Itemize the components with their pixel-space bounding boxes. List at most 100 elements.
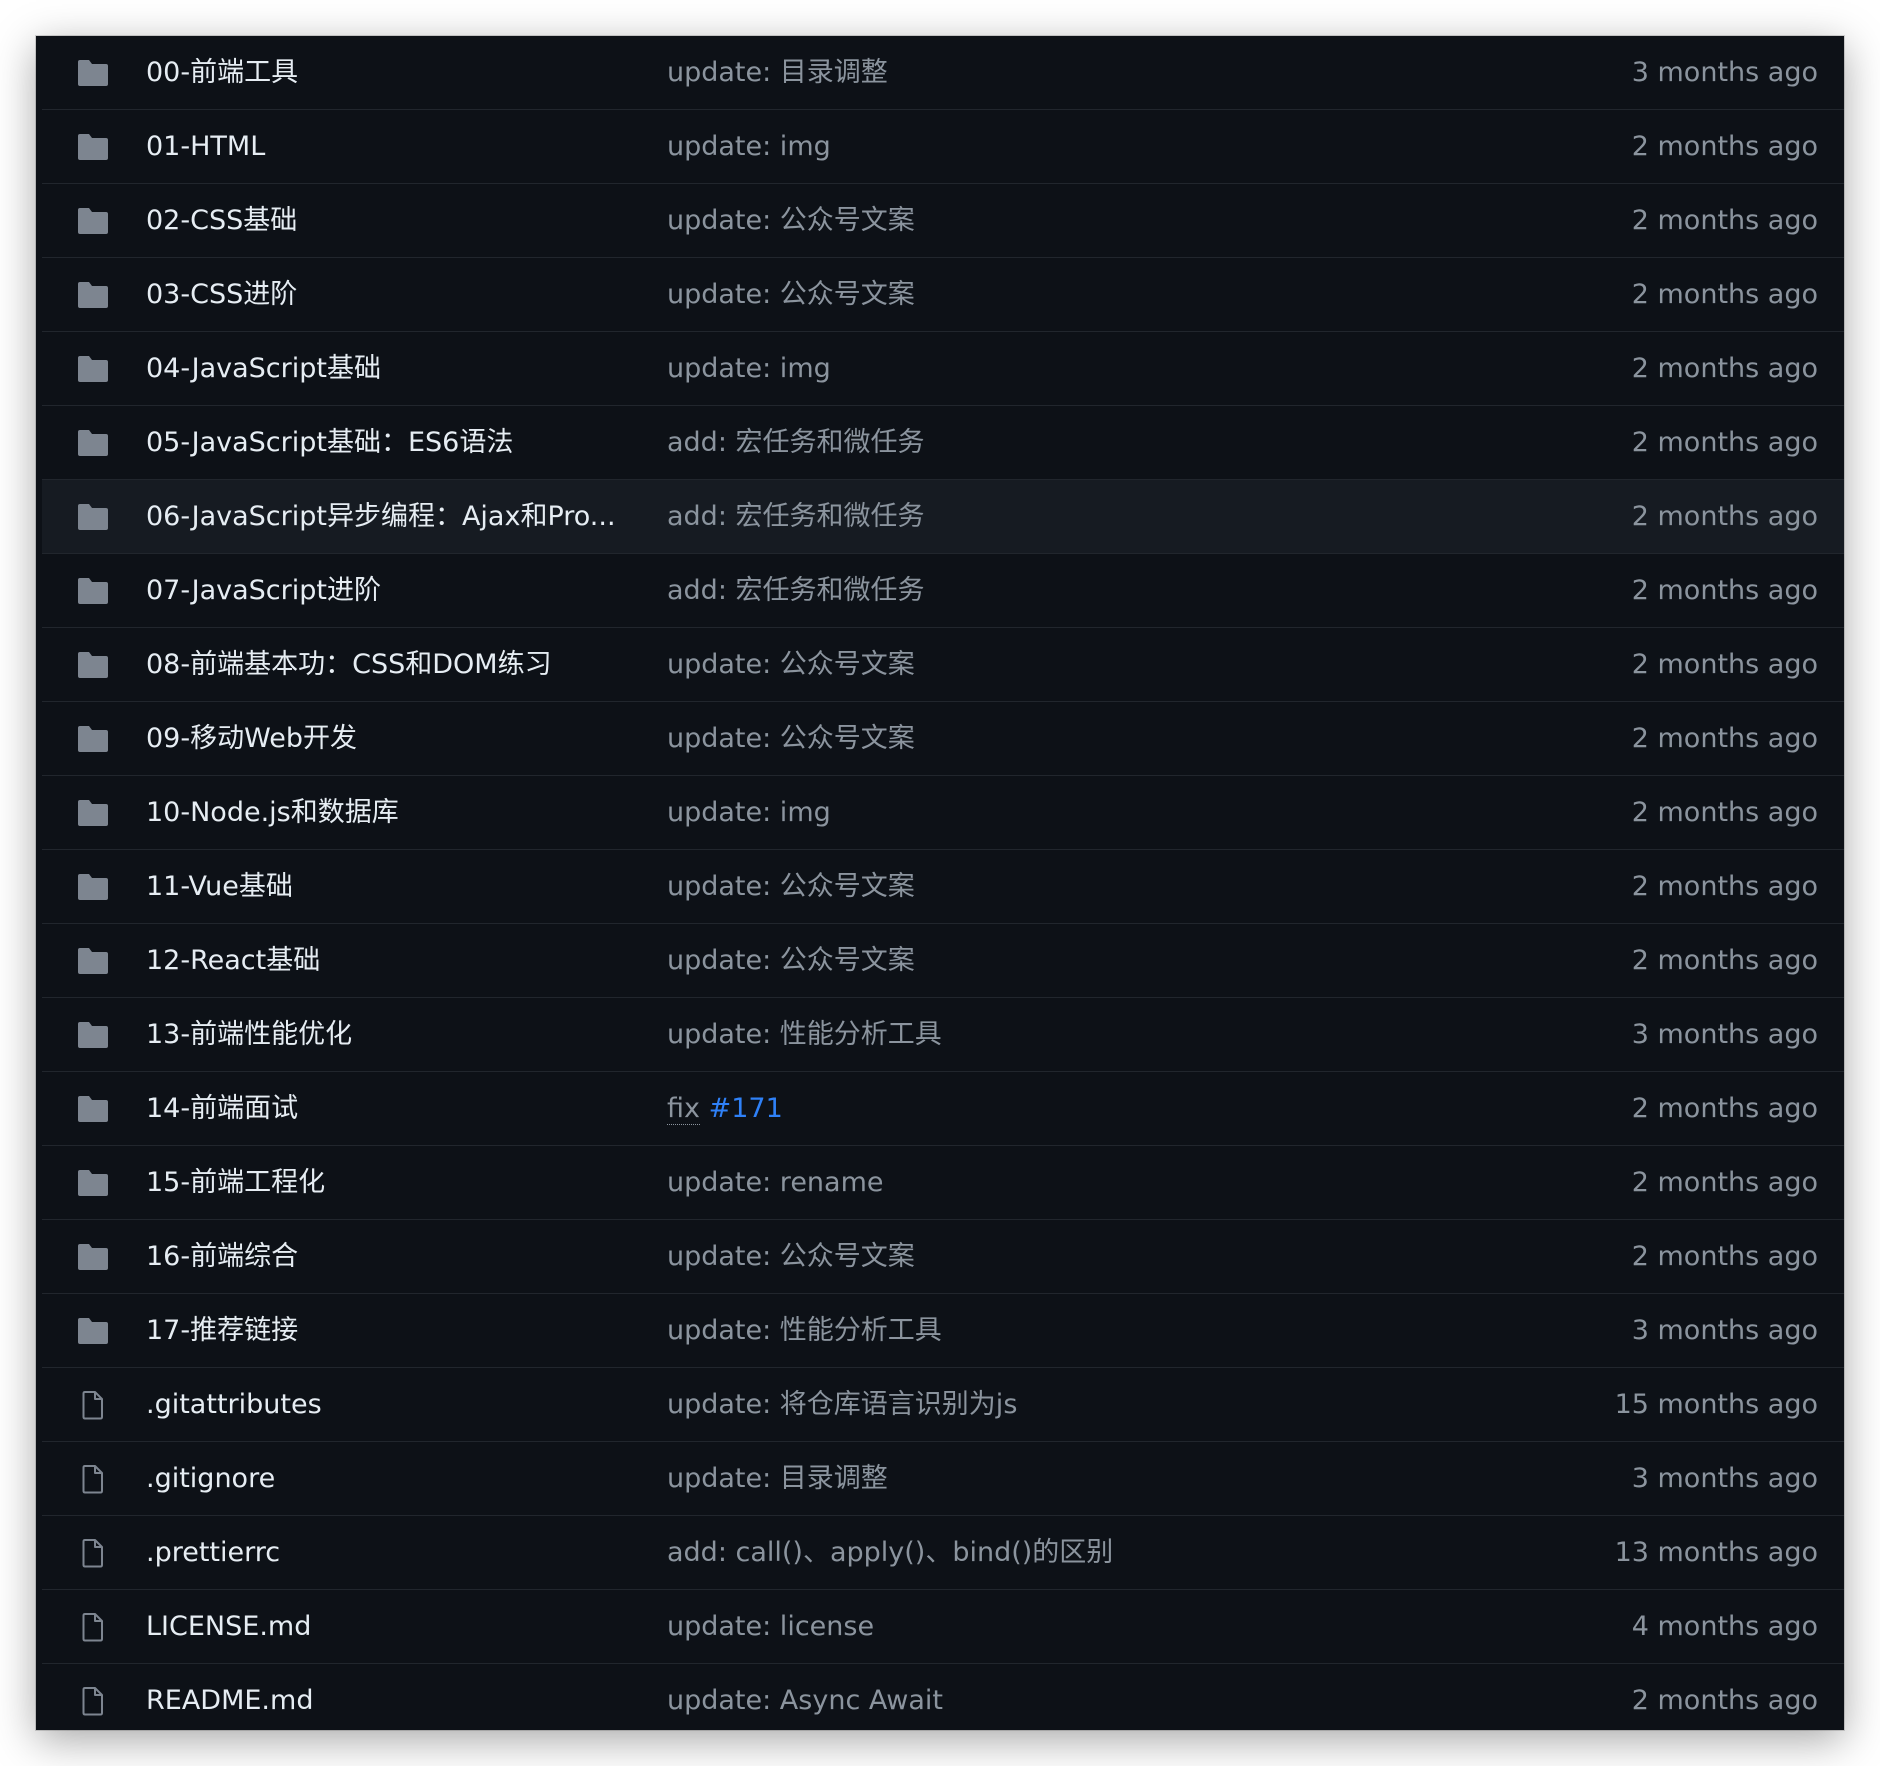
folder-row[interactable]: 01-HTML update: img 2 months ago xyxy=(42,110,1844,184)
file-name-link[interactable]: README.md xyxy=(146,1664,636,1730)
commit-age: 2 months ago xyxy=(1631,131,1818,162)
file-row[interactable]: README.md update: Async Await 2 months ago xyxy=(42,1664,1844,1730)
folder-name-link[interactable]: 08-前端基本功：CSS和DOM练习 xyxy=(146,628,636,702)
file-row[interactable]: .gitignore update: 目录调整 3 months ago xyxy=(42,1442,1844,1516)
folder-name-link[interactable]: 04-JavaScript基础 xyxy=(146,332,636,406)
folder-name-link[interactable]: 12-React基础 xyxy=(146,924,636,998)
folder-row[interactable]: 00-前端工具 update: 目录调整 3 months ago xyxy=(42,36,1844,110)
commit-message[interactable]: update: 目录调整 xyxy=(667,1442,1567,1516)
folder-icon xyxy=(76,1242,110,1272)
commit-age: 2 months ago xyxy=(1631,1167,1818,1198)
folder-row[interactable]: 15-前端工程化 update: rename 2 months ago xyxy=(42,1146,1844,1220)
folder-icon xyxy=(76,428,110,458)
folder-icon xyxy=(76,724,110,754)
folder-row[interactable]: 12-React基础 update: 公众号文案 2 months ago xyxy=(42,924,1844,998)
commit-message[interactable]: update: 公众号文案 xyxy=(667,258,1567,332)
commit-message[interactable]: update: 公众号文案 xyxy=(667,850,1567,924)
commit-age: 2 months ago xyxy=(1631,797,1818,828)
folder-name-link[interactable]: 10-Node.js和数据库 xyxy=(146,776,636,850)
commit-message[interactable]: add: 宏任务和微任务 xyxy=(667,480,1567,554)
commit-message[interactable]: update: 将仓库语言识别为js xyxy=(667,1368,1567,1442)
folder-name-link[interactable]: 16-前端综合 xyxy=(146,1220,636,1294)
folder-name-link[interactable]: 02-CSS基础 xyxy=(146,184,636,258)
commit-message[interactable]: update: 公众号文案 xyxy=(667,628,1567,702)
file-icon xyxy=(76,1390,110,1420)
folder-row[interactable]: 08-前端基本功：CSS和DOM练习 update: 公众号文案 2 months … xyxy=(42,628,1844,702)
file-name-link[interactable]: LICENSE.md xyxy=(146,1590,636,1664)
folder-row[interactable]: 14-前端面试 fix #171 2 months ago xyxy=(42,1072,1844,1146)
commit-message[interactable]: add: 宏任务和微任务 xyxy=(667,554,1567,628)
commit-message[interactable]: update: 公众号文案 xyxy=(667,702,1567,776)
file-icon xyxy=(76,1538,110,1568)
commit-age: 2 months ago xyxy=(1631,945,1818,976)
folder-name-link[interactable]: 11-Vue基础 xyxy=(146,850,636,924)
commit-age: 13 months ago xyxy=(1614,1537,1818,1568)
commit-age: 2 months ago xyxy=(1631,1685,1818,1716)
folder-row[interactable]: 06-JavaScript异步编程：Ajax和Pro... add: 宏任务和微任… xyxy=(42,480,1844,554)
folder-name-link[interactable]: 03-CSS进阶 xyxy=(146,258,636,332)
folder-icon xyxy=(76,354,110,384)
repository-file-list: 00-前端工具 update: 目录调整 3 months ago 01-HTML up… xyxy=(42,36,1844,1730)
commit-message[interactable]: update: rename xyxy=(667,1146,1567,1220)
commit-age: 2 months ago xyxy=(1631,649,1818,680)
folder-row[interactable]: 10-Node.js和数据库 update: img 2 months ago xyxy=(42,776,1844,850)
commit-message[interactable]: update: Async Await xyxy=(667,1664,1567,1730)
folder-row[interactable]: 17-推荐链接 update: 性能分析工具 3 months ago xyxy=(42,1294,1844,1368)
commit-message-text[interactable]: fix xyxy=(667,1093,700,1125)
commit-message[interactable]: update: 公众号文案 xyxy=(667,184,1567,258)
folder-name-link[interactable]: 00-前端工具 xyxy=(146,36,636,110)
file-name-link[interactable]: .gitignore xyxy=(146,1442,636,1516)
folder-icon xyxy=(76,1094,110,1124)
commit-message[interactable]: update: 目录调整 xyxy=(667,36,1567,110)
folder-row[interactable]: 11-Vue基础 update: 公众号文案 2 months ago xyxy=(42,850,1844,924)
folder-name-link[interactable]: 06-JavaScript异步编程：Ajax和Pro... xyxy=(146,480,636,554)
file-icon xyxy=(76,1464,110,1494)
folder-row[interactable]: 07-JavaScript进阶 add: 宏任务和微任务 2 months ago xyxy=(42,554,1844,628)
commit-age: 3 months ago xyxy=(1631,57,1818,88)
folder-row[interactable]: 04-JavaScript基础 update: img 2 months ago xyxy=(42,332,1844,406)
commit-message[interactable]: update: 公众号文案 xyxy=(667,924,1567,998)
folder-row[interactable]: 02-CSS基础 update: 公众号文案 2 months ago xyxy=(42,184,1844,258)
folder-icon xyxy=(76,576,110,606)
folder-name-link[interactable]: 15-前端工程化 xyxy=(146,1146,636,1220)
folder-name-link[interactable]: 14-前端面试 xyxy=(146,1072,636,1146)
file-row[interactable]: .prettierrc add: call()、apply()、bind()的区别… xyxy=(42,1516,1844,1590)
commit-age: 2 months ago xyxy=(1631,1241,1818,1272)
commit-message[interactable]: update: img xyxy=(667,332,1567,406)
commit-message[interactable]: update: img xyxy=(667,110,1567,184)
issue-link[interactable]: #171 xyxy=(709,1093,783,1124)
folder-icon xyxy=(76,1316,110,1346)
commit-age: 3 months ago xyxy=(1631,1315,1818,1346)
commit-age: 2 months ago xyxy=(1631,279,1818,310)
folder-icon xyxy=(76,132,110,162)
commit-age: 2 months ago xyxy=(1631,723,1818,754)
commit-message[interactable]: update: 性能分析工具 xyxy=(667,1294,1567,1368)
file-name-link[interactable]: .prettierrc xyxy=(146,1516,636,1590)
file-name-link[interactable]: .gitattributes xyxy=(146,1368,636,1442)
folder-name-link[interactable]: 05-JavaScript基础：ES6语法 xyxy=(146,406,636,480)
folder-name-link[interactable]: 07-JavaScript进阶 xyxy=(146,554,636,628)
commit-message[interactable]: add: call()、apply()、bind()的区别 xyxy=(667,1516,1567,1590)
commit-message[interactable]: add: 宏任务和微任务 xyxy=(667,406,1567,480)
commit-age: 2 months ago xyxy=(1631,501,1818,532)
folder-row[interactable]: 09-移动Web开发 update: 公众号文案 2 months ago xyxy=(42,702,1844,776)
folder-row[interactable]: 03-CSS进阶 update: 公众号文案 2 months ago xyxy=(42,258,1844,332)
folder-name-link[interactable]: 01-HTML xyxy=(146,110,636,184)
commit-message[interactable]: update: 性能分析工具 xyxy=(667,998,1567,1072)
folder-row[interactable]: 13-前端性能优化 update: 性能分析工具 3 months ago xyxy=(42,998,1844,1072)
file-browser-window: 00-前端工具 update: 目录调整 3 months ago 01-HTML up… xyxy=(36,36,1844,1730)
commit-message[interactable]: fix #171 xyxy=(667,1072,1567,1146)
folder-icon xyxy=(76,1168,110,1198)
file-row[interactable]: .gitattributes update: 将仓库语言识别为js 15 month… xyxy=(42,1368,1844,1442)
file-row[interactable]: LICENSE.md update: license 4 months ago xyxy=(42,1590,1844,1664)
commit-message[interactable]: update: img xyxy=(667,776,1567,850)
folder-row[interactable]: 05-JavaScript基础：ES6语法 add: 宏任务和微任务 2 month… xyxy=(42,406,1844,480)
commit-message[interactable]: update: license xyxy=(667,1590,1567,1664)
folder-icon xyxy=(76,502,110,532)
folder-name-link[interactable]: 13-前端性能优化 xyxy=(146,998,636,1072)
folder-name-link[interactable]: 17-推荐链接 xyxy=(146,1294,636,1368)
commit-message[interactable]: update: 公众号文案 xyxy=(667,1220,1567,1294)
folder-name-link[interactable]: 09-移动Web开发 xyxy=(146,702,636,776)
folder-row[interactable]: 16-前端综合 update: 公众号文案 2 months ago xyxy=(42,1220,1844,1294)
folder-icon xyxy=(76,280,110,310)
